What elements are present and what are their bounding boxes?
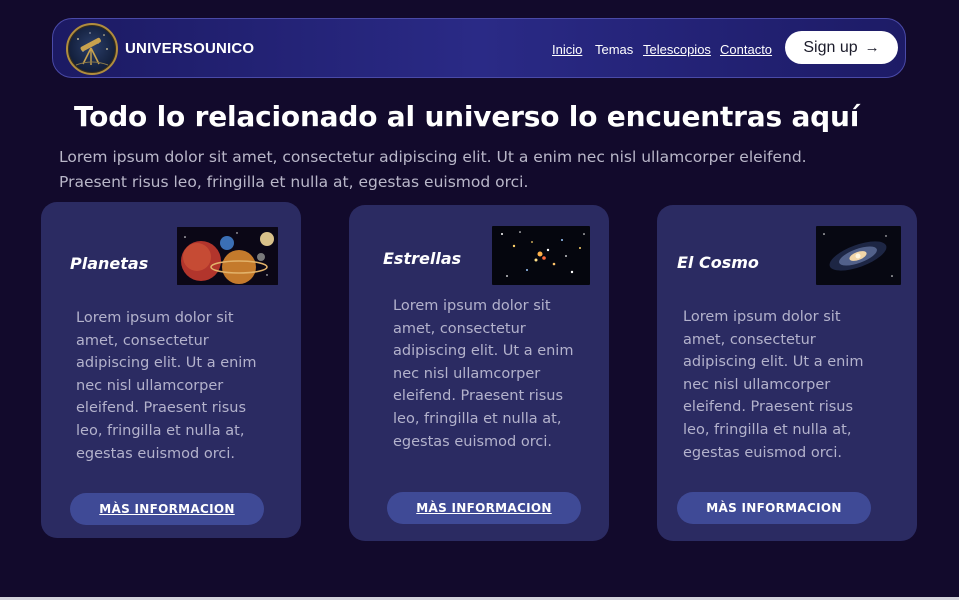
card-description: Lorem ipsum dolor sit amet, consectetur … — [76, 310, 257, 462]
more-info-button[interactable]: MÀS INFORMACION — [677, 492, 871, 524]
card-estrellas: Estrellas Lorem ipsum dolor sit amet, co… — [349, 205, 609, 541]
signup-label: Sign up — [803, 38, 858, 56]
nav-link-telescopios[interactable]: Telescopios — [643, 42, 711, 57]
arrow-right-icon: → — [864, 39, 880, 56]
card-planetas: Planetas Lorem ipsum dolor sit amet, con… — [41, 202, 301, 538]
more-info-button[interactable]: MÀS INFORMACION — [387, 492, 581, 524]
signup-button[interactable]: Sign up → — [785, 31, 898, 64]
more-info-button[interactable]: MÀS INFORMACION — [70, 493, 264, 525]
navbar: UNIVERSOUNICO Inicio Temas Telescopios C… — [52, 18, 906, 78]
galaxy-image — [816, 226, 901, 285]
planets-image — [177, 227, 278, 285]
brand-name[interactable]: UNIVERSOUNICO — [125, 40, 254, 57]
card-title: Planetas — [70, 254, 149, 273]
stars-image — [492, 226, 590, 285]
card-title: El Cosmo — [677, 253, 759, 272]
card-title: Estrellas — [383, 249, 462, 268]
card-description: Lorem ipsum dolor sit amet, consectetur … — [393, 298, 574, 450]
card-description: Lorem ipsum dolor sit amet, consectetur … — [683, 309, 864, 461]
nav-link-temas[interactable]: Temas — [595, 42, 633, 57]
page-title: Todo lo relacionado al universo lo encue… — [74, 100, 860, 133]
hero-description: Lorem ipsum dolor sit amet, consectetur … — [59, 148, 807, 191]
card-el-cosmo: El Cosmo Lorem ipsum dolor sit amet, con… — [657, 205, 917, 541]
nav-link-contacto[interactable]: Contacto — [720, 42, 772, 57]
nav-link-inicio[interactable]: Inicio — [552, 42, 582, 57]
telescope-logo-icon[interactable] — [66, 23, 118, 75]
